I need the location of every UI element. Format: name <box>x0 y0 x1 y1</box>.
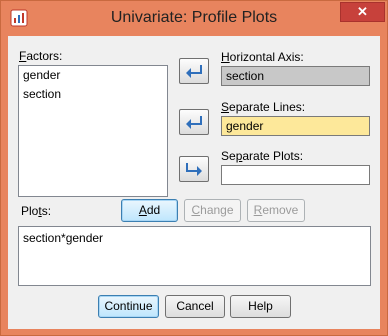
separate-plots-field[interactable] <box>221 165 370 185</box>
cancel-button[interactable]: Cancel <box>165 295 225 318</box>
plots-label: Plots: <box>21 204 51 218</box>
factors-label-rest: actors: <box>26 49 63 63</box>
add-mnemonic: A <box>138 203 147 217</box>
close-button[interactable]: ✕ <box>340 2 385 22</box>
horizontal-axis-label-rest: orizontal Axis: <box>229 50 304 64</box>
plots-label-rest: s: <box>41 204 52 218</box>
change-mnemonic: C <box>191 203 201 217</box>
arrow-left-icon <box>186 116 202 129</box>
move-to-separate-lines-button[interactable] <box>179 109 209 135</box>
factors-label: Factors: <box>19 49 62 63</box>
horizontal-axis-field[interactable]: section <box>221 66 370 86</box>
plots-listbox[interactable]: section*gender <box>18 226 371 286</box>
separate-lines-mnemonic: S <box>221 100 230 114</box>
separate-lines-label: Separate Lines: <box>221 100 305 114</box>
dialog-window: Univariate: Profile Plots ✕ Factors: gen… <box>0 0 388 336</box>
factors-listbox[interactable]: gender section <box>18 65 168 197</box>
window-title: Univariate: Profile Plots <box>110 9 278 26</box>
continue-button[interactable]: Continue <box>98 295 159 318</box>
separate-lines-label-rest: eparate Lines: <box>229 100 306 114</box>
horizontal-axis-label: Horizontal Axis: <box>221 50 304 64</box>
list-item[interactable]: gender <box>19 66 167 85</box>
close-icon: ✕ <box>357 4 368 19</box>
separate-plots-label: Separate Plots: <box>221 149 303 163</box>
arrow-left-icon <box>186 65 202 78</box>
remove-label-rest: emove <box>262 203 299 217</box>
change-label-rest: hange <box>200 203 234 217</box>
separate-plots-label-rest: arate Plots: <box>242 149 304 163</box>
add-label-rest: dd <box>146 203 161 217</box>
horizontal-axis-mnemonic: H <box>221 50 230 64</box>
help-button[interactable]: Help <box>230 295 291 318</box>
add-button[interactable]: Add <box>121 199 178 222</box>
list-item[interactable]: section*gender <box>19 227 370 248</box>
remove-button[interactable]: Remove <box>247 199 305 222</box>
list-item[interactable]: section <box>19 85 167 104</box>
title-bar[interactable]: Univariate: Profile Plots ✕ <box>1 1 387 35</box>
move-to-horizontal-axis-button[interactable] <box>179 58 209 84</box>
change-button[interactable]: Change <box>184 199 241 222</box>
move-to-separate-plots-button[interactable] <box>179 156 209 182</box>
separate-plots-label-start: Se <box>221 149 236 163</box>
separate-lines-field[interactable]: gender <box>221 116 370 136</box>
arrow-right-icon <box>186 163 202 176</box>
remove-mnemonic: R <box>253 203 263 217</box>
plots-label-start: Plo <box>21 204 39 218</box>
dialog-client-area: Factors: gender section Horizontal Axis:… <box>8 36 380 329</box>
